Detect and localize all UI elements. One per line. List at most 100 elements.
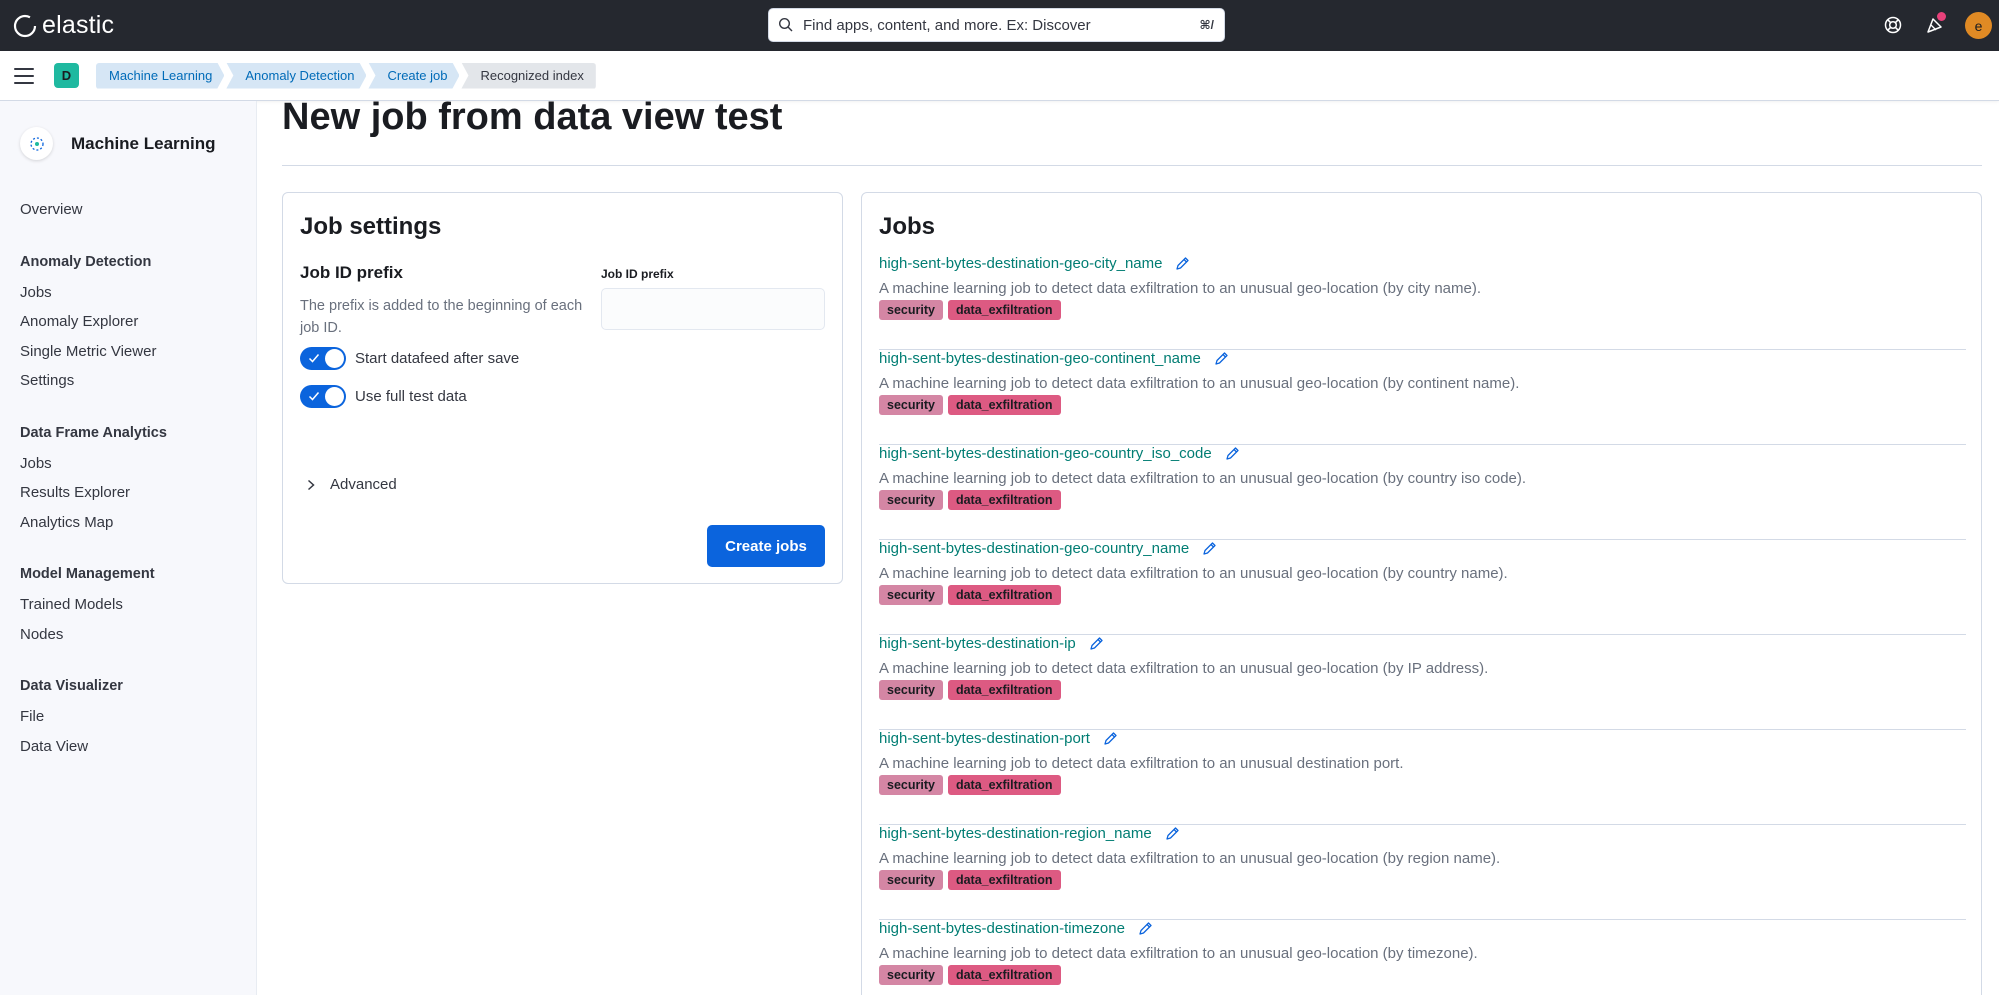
breadcrumb: Machine Learning Anomaly Detection Creat…	[96, 62, 598, 89]
check-icon	[308, 354, 320, 363]
job-description: A machine learning job to detect data ex…	[879, 850, 1501, 867]
sidebar-item-overview[interactable]: Overview	[20, 195, 167, 225]
tag-security: security	[879, 680, 943, 700]
pencil-icon[interactable]	[1225, 446, 1240, 461]
help-button[interactable]	[1881, 13, 1905, 37]
machine-learning-app-icon	[20, 127, 53, 160]
sidebar-nav: Overview Anomaly Detection Jobs Anomaly …	[20, 195, 167, 761]
sidebar-item-trained-models[interactable]: Trained Models	[20, 590, 167, 620]
sidebar-item-results-explorer[interactable]: Results Explorer	[20, 478, 167, 508]
jobs-panel: Jobs high-sent-bytes-destination-geo-cit…	[861, 192, 1982, 995]
notification-dot	[1937, 12, 1946, 21]
pencil-icon[interactable]	[1165, 826, 1180, 841]
tag-security: security	[879, 585, 943, 605]
tag-data-exfiltration: data_exfiltration	[947, 300, 1061, 320]
elastic-cluster-icon	[13, 14, 37, 37]
tag-data-exfiltration: data_exfiltration	[947, 870, 1061, 890]
breadcrumb-machine-learning[interactable]: Machine Learning	[96, 63, 224, 89]
tag-data-exfiltration: data_exfiltration	[947, 490, 1061, 510]
page-title: New job from data view test	[282, 96, 783, 138]
sidebar-item-dfa-jobs[interactable]: Jobs	[20, 449, 167, 479]
job-id-prefix-label: Job ID prefix	[601, 267, 674, 281]
job-id-prefix-title: Job ID prefix	[300, 263, 403, 282]
help-lifebuoy-icon	[1884, 16, 1902, 34]
job-name-link[interactable]: high-sent-bytes-destination-geo-country_…	[879, 445, 1212, 462]
list-item: high-sent-bytes-destination-ip A machine…	[879, 635, 1966, 730]
tag-data-exfiltration: data_exfiltration	[947, 680, 1061, 700]
tag-data-exfiltration: data_exfiltration	[947, 965, 1061, 985]
jobs-title: Jobs	[879, 213, 936, 240]
sidebar-item-data-view[interactable]: Data View	[20, 732, 167, 762]
sidebar-group-data-frame-analytics: Data Frame Analytics	[20, 424, 167, 441]
sidebar-item-settings[interactable]: Settings	[20, 366, 167, 396]
tag-security: security	[879, 870, 943, 890]
list-item: high-sent-bytes-destination-geo-city_nam…	[879, 255, 1966, 350]
start-datafeed-switch[interactable]	[300, 347, 346, 370]
advanced-accordion[interactable]: Advanced	[306, 476, 397, 493]
job-settings-panel: Job settings Job ID prefix The prefix is…	[282, 192, 843, 584]
list-item: high-sent-bytes-destination-geo-country_…	[879, 540, 1966, 635]
tag-security: security	[879, 395, 943, 415]
tag-security: security	[879, 965, 943, 985]
job-name-link[interactable]: high-sent-bytes-destination-timezone	[879, 920, 1125, 937]
news-feed-button[interactable]	[1923, 12, 1947, 37]
job-list: high-sent-bytes-destination-geo-city_nam…	[879, 255, 1966, 995]
menu-toggle-button[interactable]	[14, 67, 34, 84]
list-item: high-sent-bytes-destination-geo-continen…	[879, 350, 1966, 445]
sidebar-item-nodes[interactable]: Nodes	[20, 620, 167, 650]
pencil-icon[interactable]	[1103, 731, 1118, 746]
check-icon	[308, 392, 320, 401]
list-item: high-sent-bytes-destination-timezone A m…	[879, 920, 1966, 995]
sidebar-item-ad-jobs[interactable]: Jobs	[20, 278, 167, 308]
chevron-right-icon	[307, 479, 315, 490]
space-avatar[interactable]: D	[54, 63, 79, 88]
pencil-icon[interactable]	[1202, 541, 1217, 556]
sidebar-item-file[interactable]: File	[20, 702, 167, 732]
advanced-label: Advanced	[330, 476, 397, 493]
breadcrumb-anomaly-detection[interactable]: Anomaly Detection	[226, 63, 366, 89]
sidebar-item-single-metric-viewer[interactable]: Single Metric Viewer	[20, 337, 167, 367]
elastic-logo[interactable]: elastic	[12, 11, 114, 40]
job-name-link[interactable]: high-sent-bytes-destination-geo-city_nam…	[879, 255, 1162, 272]
create-jobs-button[interactable]: Create jobs	[707, 525, 825, 567]
use-full-data-switch-row[interactable]: Use full test data	[300, 385, 467, 408]
job-name-link[interactable]: high-sent-bytes-destination-geo-country_…	[879, 540, 1189, 557]
pencil-icon[interactable]	[1089, 636, 1104, 651]
job-name-link[interactable]: high-sent-bytes-destination-region_name	[879, 825, 1152, 842]
breadcrumb-create-job[interactable]: Create job	[368, 63, 459, 89]
sidebar-item-anomaly-explorer[interactable]: Anomaly Explorer	[20, 307, 167, 337]
search-icon	[778, 17, 793, 32]
pencil-icon[interactable]	[1214, 351, 1229, 366]
pencil-icon[interactable]	[1175, 256, 1190, 271]
tag-security: security	[879, 490, 943, 510]
tag-security: security	[879, 775, 943, 795]
list-item: high-sent-bytes-destination-geo-country_…	[879, 445, 1966, 540]
list-item: high-sent-bytes-destination-region_name …	[879, 825, 1966, 920]
tag-data-exfiltration: data_exfiltration	[947, 395, 1061, 415]
sidebar-title: Machine Learning	[71, 133, 216, 153]
sidebar-group-model-management: Model Management	[20, 566, 155, 582]
sidebar-item-analytics-map[interactable]: Analytics Map	[20, 508, 167, 538]
job-description: A machine learning job to detect data ex…	[879, 755, 1404, 772]
job-name-link[interactable]: high-sent-bytes-destination-ip	[879, 635, 1076, 652]
job-description: A machine learning job to detect data ex…	[879, 375, 1520, 392]
ml-sidebar: Machine Learning Overview Anomaly Detect…	[0, 101, 257, 995]
job-name-link[interactable]: high-sent-bytes-destination-port	[879, 730, 1090, 747]
job-id-prefix-input[interactable]	[601, 288, 825, 330]
job-name-link[interactable]: high-sent-bytes-destination-geo-continen…	[879, 350, 1201, 367]
sidebar-header: Machine Learning	[20, 127, 216, 160]
job-description: A machine learning job to detect data ex…	[879, 565, 1508, 582]
breadcrumb-recognized-index: Recognized index	[461, 62, 596, 89]
pencil-icon[interactable]	[1138, 921, 1153, 936]
tag-data-exfiltration: data_exfiltration	[947, 585, 1061, 605]
global-search[interactable]: ⌘/	[768, 8, 1225, 42]
search-input[interactable]	[803, 16, 1200, 34]
user-avatar[interactable]: e	[1965, 12, 1992, 39]
start-datafeed-switch-row[interactable]: Start datafeed after save	[300, 347, 519, 370]
use-full-data-switch[interactable]	[300, 385, 346, 408]
job-settings-title: Job settings	[300, 213, 442, 240]
job-description: A machine learning job to detect data ex…	[879, 280, 1482, 297]
tag-security: security	[879, 300, 943, 320]
sidebar-group-data-visualizer: Data Visualizer	[20, 678, 123, 694]
start-datafeed-label: Start datafeed after save	[355, 350, 520, 367]
